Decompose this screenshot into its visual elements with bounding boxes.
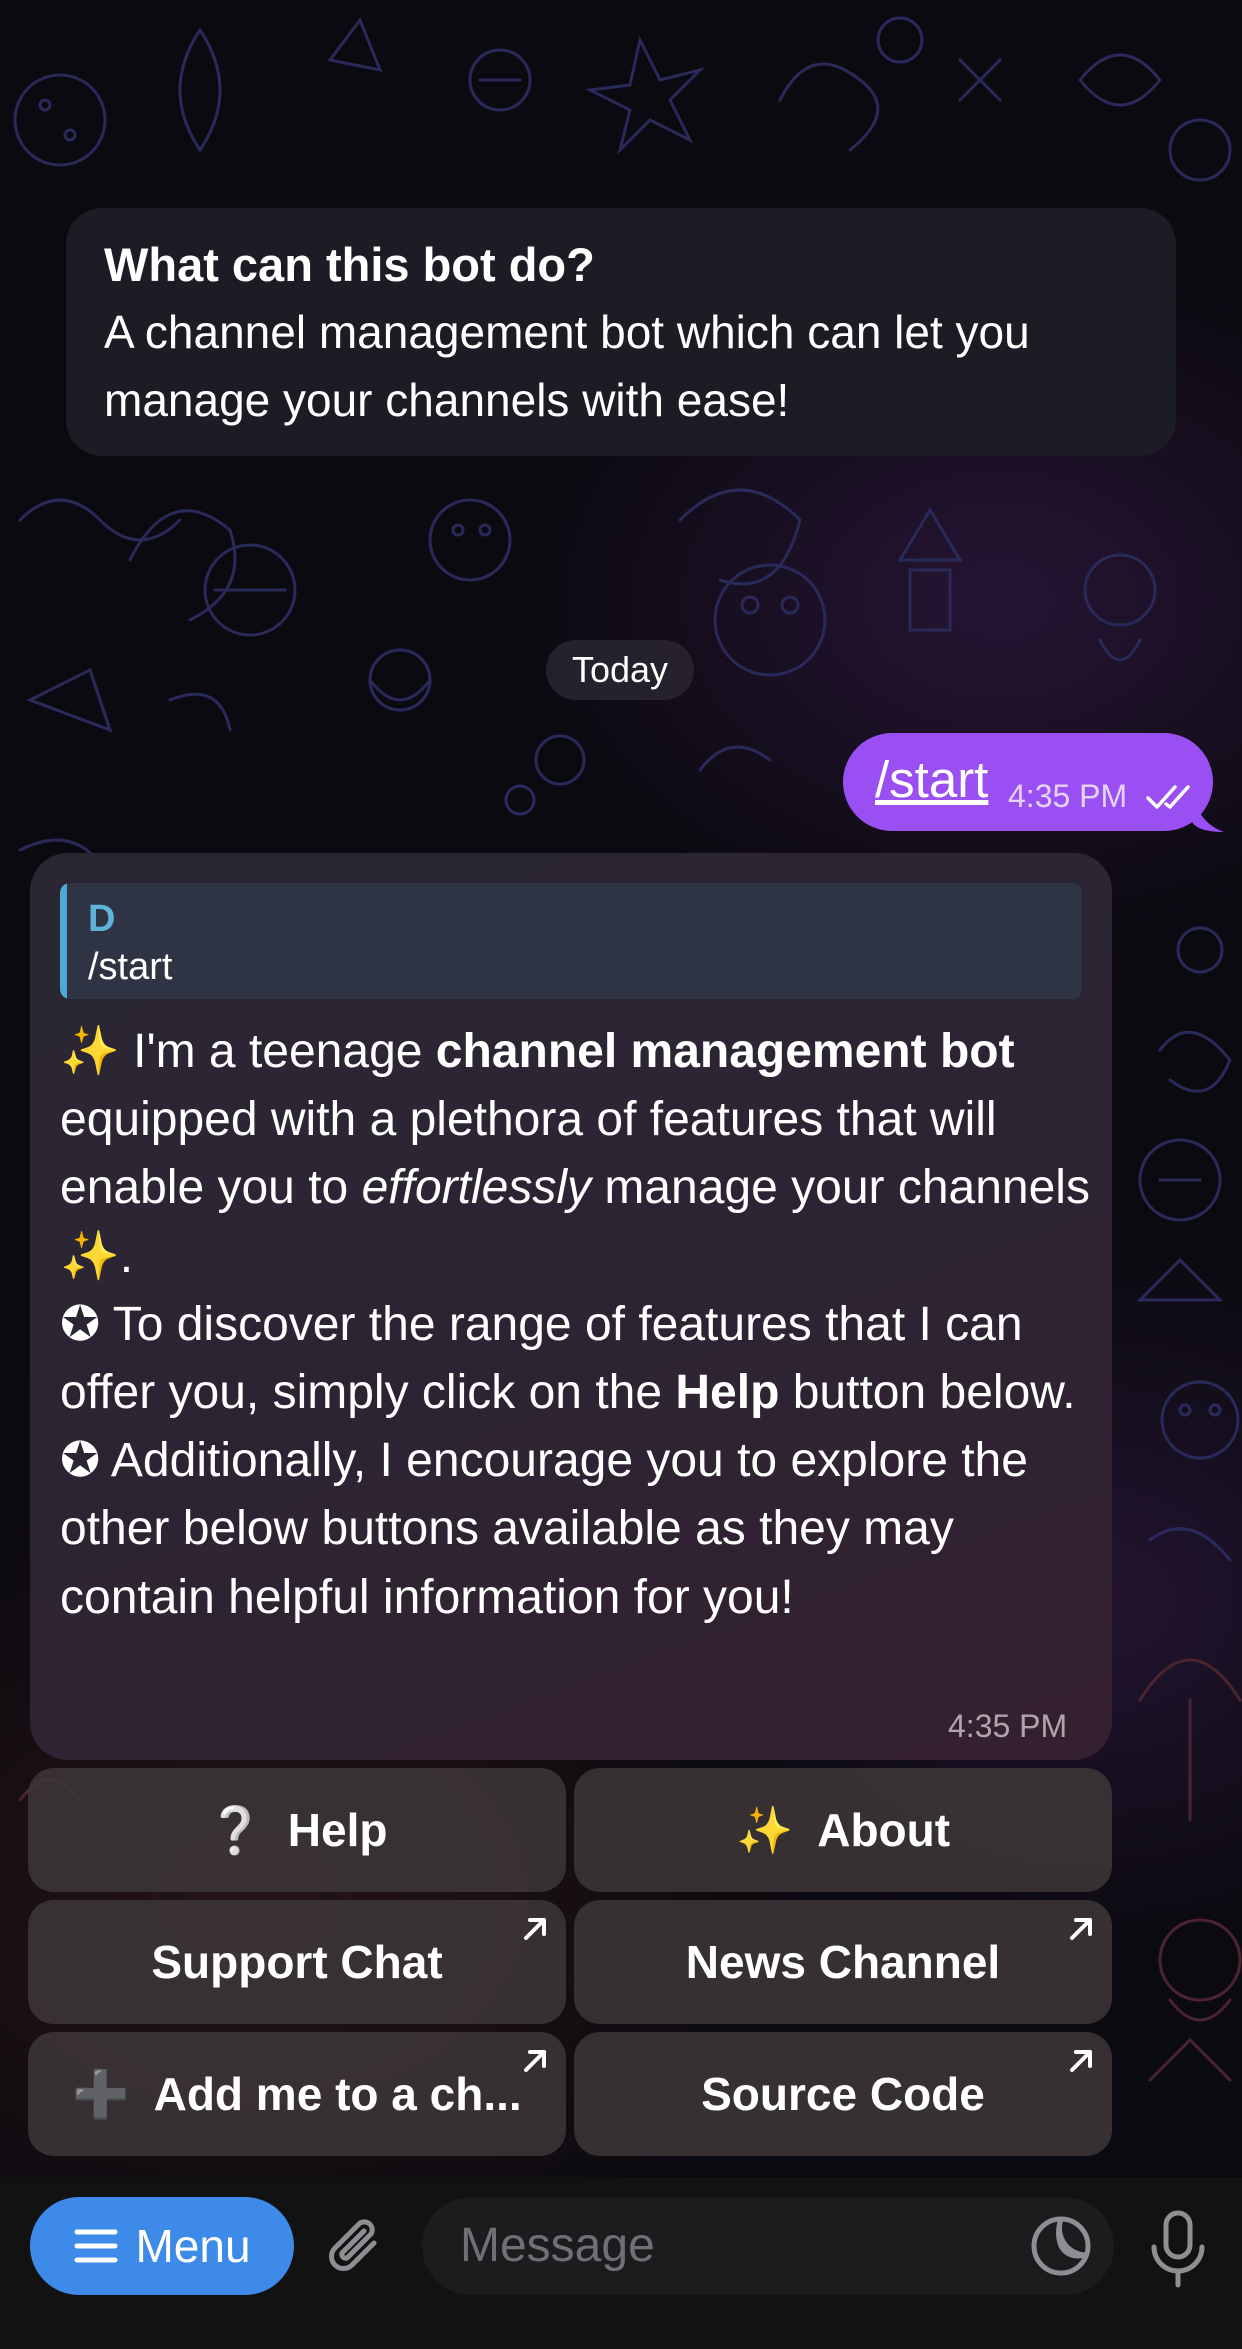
bold-text: channel management bot: [435, 1025, 1015, 1078]
question-icon: ❔: [206, 1803, 264, 1856]
news-channel-label: News Channel: [685, 1936, 1001, 1988]
date-separator: Today: [546, 640, 694, 700]
bold-text: Help: [675, 1366, 780, 1420]
sparkle-icon: ✨: [60, 1025, 120, 1078]
incoming-time: 4:35 PM: [948, 1708, 1068, 1744]
outgoing-command-link[interactable]: /start: [875, 750, 988, 810]
reply-text: /start: [88, 946, 173, 988]
help-button[interactable]: ❔ Help: [28, 1768, 566, 1892]
text-span: .: [119, 1229, 134, 1283]
bubble-tail: [1192, 788, 1224, 832]
add-to-chat-label: Add me to a ch...: [153, 2068, 522, 2120]
hamburger-icon: [74, 2229, 118, 2263]
double-check-icon: [1146, 785, 1190, 809]
support-chat-button[interactable]: Support Chat: [28, 1900, 566, 2024]
outgoing-time: 4:35 PM: [1008, 778, 1128, 814]
external-link-arrow-icon: [1070, 2050, 1092, 2072]
external-link-arrow-icon: [524, 2050, 546, 2072]
sparkle-icon: ✨: [60, 1229, 120, 1283]
sticker-icon[interactable]: [1028, 2213, 1094, 2279]
menu-button-label: Menu: [135, 2220, 251, 2272]
reply-author: D: [88, 898, 116, 940]
text-span: manage your channels: [590, 1161, 1090, 1215]
text-span: I'm a teenage: [119, 1025, 436, 1078]
sparkle-icon: ✨: [735, 1803, 794, 1856]
star-icon: ✪: [60, 1434, 101, 1488]
message-text: ✨ I'm a teenage channel management bot e…: [60, 1018, 1100, 1632]
message-paragraph-help: ✪ To discover the range of features that…: [60, 1291, 1100, 1427]
message-paragraph-intro: ✨ I'm a teenage channel management bot e…: [60, 1018, 1100, 1291]
support-chat-label: Support Chat: [151, 1936, 443, 1988]
plus-icon: ➕: [72, 2067, 130, 2120]
text-span: button below.: [779, 1366, 1076, 1420]
source-code-label: Source Code: [701, 2068, 985, 2120]
microphone-icon[interactable]: [1146, 2209, 1210, 2289]
news-channel-button[interactable]: News Channel: [574, 1900, 1112, 2024]
add-to-chat-button[interactable]: ➕ Add me to a ch...: [28, 2032, 566, 2156]
italic-text: effortlessly: [361, 1161, 591, 1215]
reply-accent-bar: [60, 883, 67, 999]
paperclip-icon[interactable]: [322, 2213, 394, 2285]
text-span: Additionally, I encourage you to explore…: [60, 1434, 1028, 1624]
bot-menu-button[interactable]: Menu: [30, 2197, 294, 2295]
about-button[interactable]: ✨ About: [574, 1768, 1112, 1892]
about-button-label: About: [817, 1804, 951, 1856]
message-paragraph-explore: ✪ Additionally, I encourage you to explo…: [60, 1427, 1100, 1632]
message-input[interactable]: [422, 2197, 1114, 2295]
external-link-arrow-icon: [1070, 1918, 1092, 1940]
star-icon: ✪: [60, 1297, 101, 1351]
bot-description-title: What can this bot do?: [104, 238, 595, 291]
source-code-button[interactable]: Source Code: [574, 2032, 1112, 2156]
bot-description-card: What can this bot do? A channel manageme…: [66, 208, 1176, 456]
external-link-arrow-icon: [524, 1918, 546, 1940]
reply-quote[interactable]: D /start: [60, 883, 1082, 999]
help-button-label: Help: [287, 1804, 388, 1856]
bot-description-text: A channel management bot which can let y…: [104, 306, 1030, 426]
